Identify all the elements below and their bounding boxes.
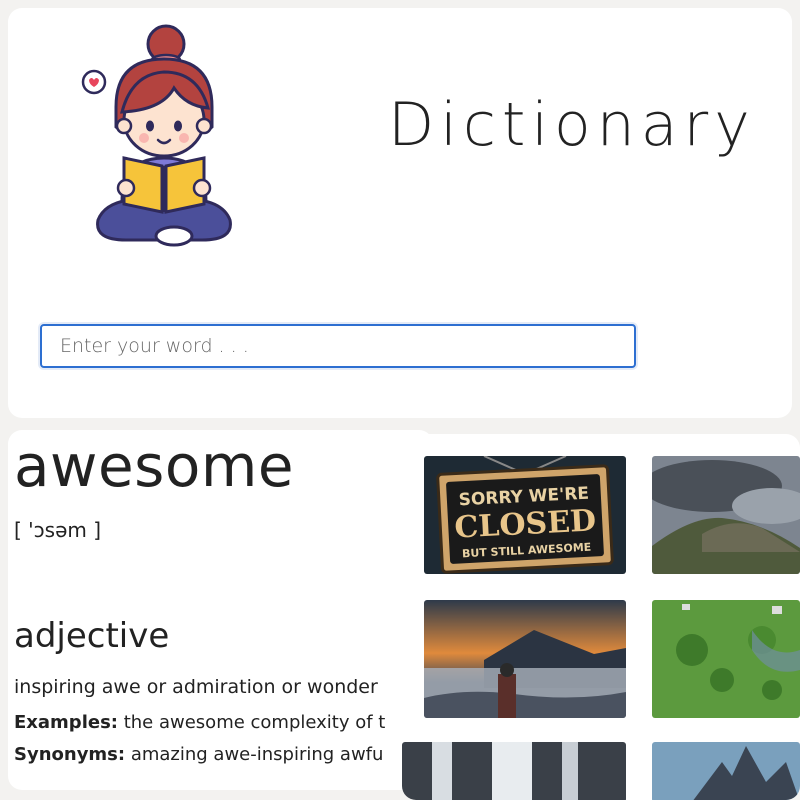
phonetic-transcription: [ 'ɔsəm ]	[14, 518, 102, 542]
app-title: Dictionary	[388, 90, 756, 160]
part-of-speech: adjective	[14, 616, 170, 656]
image-cliff-landscape[interactable]	[652, 456, 800, 574]
image-waterfall[interactable]	[402, 742, 626, 800]
header-card: Dictionary	[8, 8, 792, 418]
synonyms-line: Synonyms: amazing awe-inspiring awfu	[14, 744, 383, 765]
definition-text: inspiring awe or admiration or wonder	[14, 676, 378, 698]
examples-line: Examples: the awesome complexity of t	[14, 712, 385, 733]
sign-line-2: CLOSED	[454, 503, 597, 545]
synonyms-value: amazing awe-inspiring awfu	[130, 744, 384, 765]
images-card: SORRY WE'RE CLOSED BUT STILL AWESOME	[402, 434, 800, 800]
synonyms-label: Synonyms:	[14, 744, 126, 765]
image-sunset-mountains[interactable]	[424, 600, 626, 718]
word-definition-card: awesome [ 'ɔsəm ] adjective inspiring aw…	[8, 430, 433, 790]
word-heading: awesome	[14, 432, 295, 500]
image-green-aerial[interactable]	[652, 600, 800, 718]
image-mountain-peaks[interactable]	[652, 742, 800, 800]
image-closed-sign[interactable]: SORRY WE'RE CLOSED BUT STILL AWESOME	[424, 456, 626, 574]
search-input[interactable]	[40, 324, 636, 368]
examples-value: the awesome complexity of t	[123, 712, 386, 733]
reading-girl-illustration	[76, 22, 236, 252]
examples-label: Examples:	[14, 712, 118, 733]
